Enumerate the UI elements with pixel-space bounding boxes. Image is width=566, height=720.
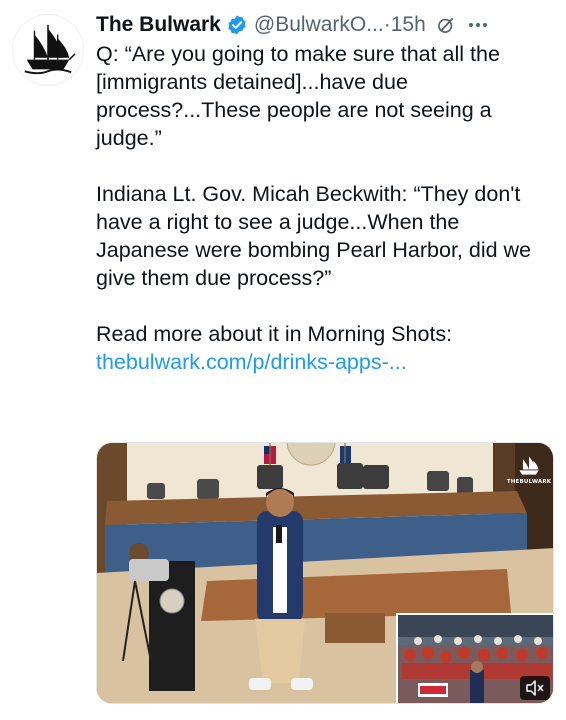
author-name[interactable]: The Bulwark [96, 13, 221, 37]
tweet-timestamp[interactable]: 15h [391, 13, 426, 37]
watermark-text: THEBULWARK [506, 479, 552, 485]
video-player[interactable]: THEBULWARK [96, 442, 554, 704]
watermark-ship-icon [519, 456, 539, 475]
pirate-ship-logo-icon [24, 24, 76, 75]
tweet-paragraph: Q: “Are you going to make sure that all … [96, 42, 500, 150]
article-link[interactable]: thebulwark.com/p/drinks-apps-... [96, 350, 407, 374]
grok-icon[interactable] [436, 15, 456, 35]
tweet-header: The Bulwark @BulwarkO... · 15h [96, 8, 552, 42]
tweet-paragraph: Indiana Lt. Gov. Micah Beckwith: “They d… [96, 182, 532, 290]
more-options-icon[interactable] [468, 22, 488, 28]
verified-badge-icon [226, 14, 248, 36]
bulwark-watermark: THEBULWARK [506, 453, 552, 495]
mute-button[interactable] [520, 676, 550, 700]
avatar[interactable] [12, 14, 84, 86]
separator-dot: · [383, 13, 391, 36]
tweet-paragraph: Read more about it in Morning Shots: [96, 322, 453, 346]
picture-in-picture-video[interactable] [396, 613, 553, 703]
tweet-text: Q: “Are you going to make sure that all … [96, 40, 554, 376]
speaker-muted-icon [526, 680, 544, 696]
author-handle[interactable]: @BulwarkO... [254, 13, 384, 37]
